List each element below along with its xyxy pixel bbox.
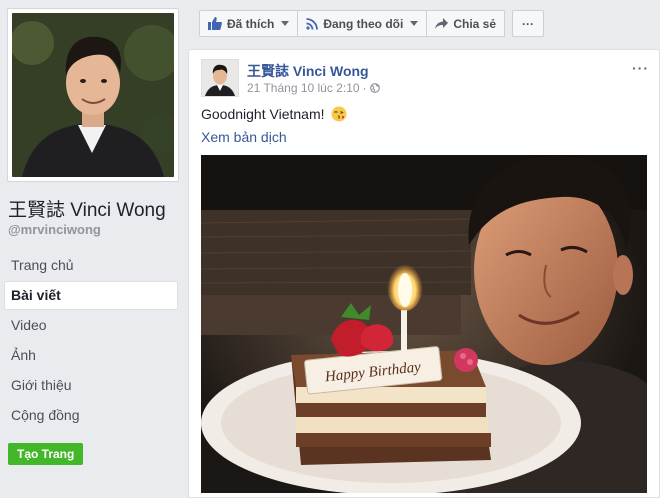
post-message-text: Goodnight Vietnam! <box>201 106 325 122</box>
chevron-down-icon <box>410 21 419 26</box>
post-options-button[interactable]: ··· <box>632 60 649 76</box>
nav-item-about[interactable]: Giới thiệu <box>4 371 178 400</box>
avatar-illustration <box>202 60 238 96</box>
nav-item-home[interactable]: Trang chủ <box>4 251 178 280</box>
post-message: Goodnight Vietnam! <box>201 106 347 122</box>
profile-photo-illustration <box>12 13 174 177</box>
post-photo[interactable]: Happy Birthday <box>201 155 647 493</box>
share-button[interactable]: Chia sẻ <box>426 10 506 37</box>
share-label: Chia sẻ <box>453 16 497 31</box>
post-timestamp[interactable]: 21 Tháng 10 lúc 2:10 <box>247 81 360 95</box>
liked-label: Đã thích <box>227 16 275 31</box>
more-dots-icon: ··· <box>522 16 535 31</box>
kiss-emoji-icon <box>331 106 346 122</box>
following-button[interactable]: Đang theo dõi <box>297 10 428 37</box>
page-username[interactable]: @mrvinciwong <box>8 222 101 237</box>
chevron-down-icon <box>281 21 290 26</box>
post-meta: 21 Tháng 10 lúc 2:10 · <box>247 81 380 95</box>
thumbs-up-icon <box>208 17 222 30</box>
nav-item-community[interactable]: Cộng đồng <box>4 401 178 430</box>
author-avatar[interactable] <box>201 59 239 97</box>
more-options-button[interactable]: ··· <box>512 10 545 37</box>
profile-picture[interactable] <box>12 13 174 177</box>
following-label: Đang theo dõi <box>323 16 404 31</box>
page-action-bar: Đã thích Đang theo dõi Chia sẻ ··· <box>199 10 545 37</box>
share-arrow-icon <box>435 18 449 29</box>
separator-dot: · <box>362 81 367 95</box>
nav-item-videos[interactable]: Video <box>4 311 178 340</box>
page-navigation: Trang chủ Bài viết Video Ảnh Giới thiệu … <box>4 251 178 431</box>
post-card: 王賢誌 Vinci Wong 21 Tháng 10 lúc 2:10 · ··… <box>188 49 660 498</box>
post-author[interactable]: 王賢誌 Vinci Wong <box>247 61 369 81</box>
nav-item-photos[interactable]: Ảnh <box>4 341 178 370</box>
create-page-button[interactable]: Tạo Trang <box>8 443 84 465</box>
left-sidebar: 王賢誌 Vinci Wong @mrvinciwong Trang chủ Bà… <box>0 0 186 498</box>
page-title[interactable]: 王賢誌 Vinci Wong <box>8 195 166 222</box>
globe-icon[interactable] <box>369 83 380 93</box>
see-translation-link[interactable]: Xem bản dịch <box>201 129 287 145</box>
liked-button[interactable]: Đã thích <box>199 10 299 37</box>
profile-picture-frame[interactable] <box>7 8 179 182</box>
birthday-photo-illustration: Happy Birthday <box>201 155 647 493</box>
rss-icon <box>306 17 319 30</box>
nav-item-posts[interactable]: Bài viết <box>4 281 178 310</box>
